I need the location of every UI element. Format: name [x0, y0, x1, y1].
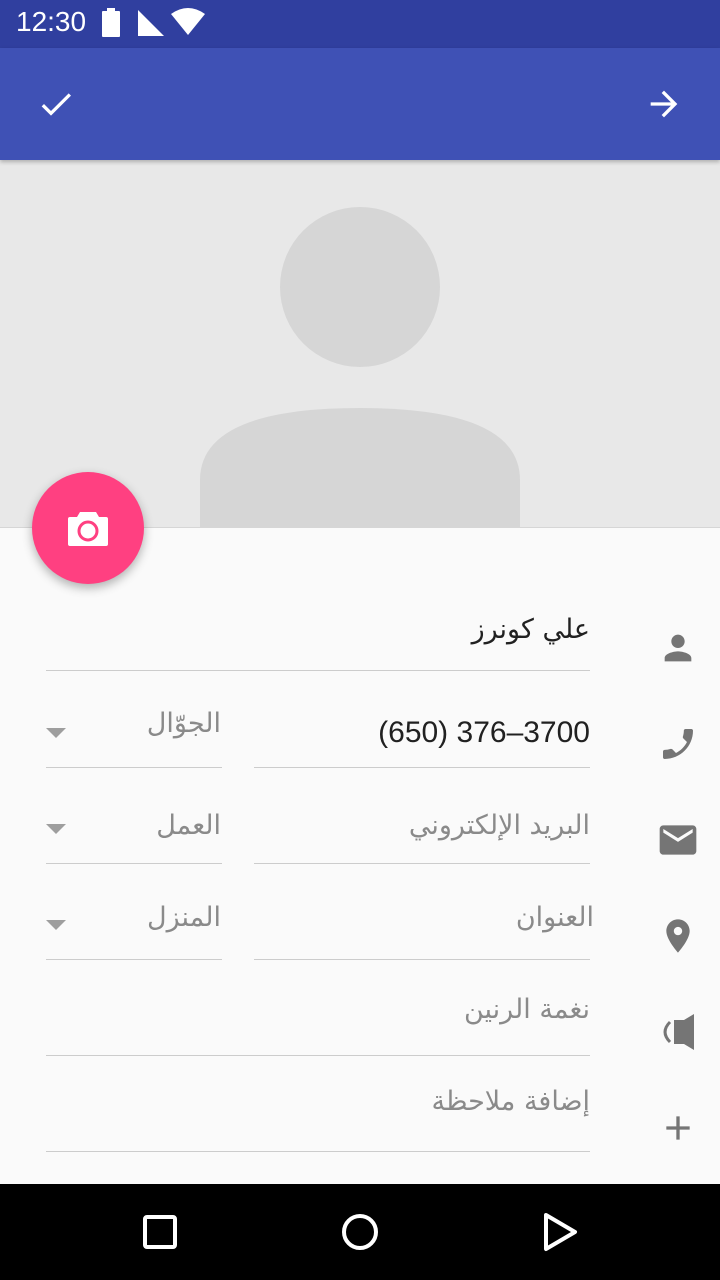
ringtone-row-icon: [654, 1008, 702, 1056]
address-underline: [254, 959, 590, 960]
email-type-dropdown-icon[interactable]: [46, 824, 66, 834]
check-icon: [41, 93, 71, 116]
name-row-icon: [654, 624, 702, 672]
phone-underline: [254, 767, 590, 768]
location-icon: [666, 919, 690, 953]
person-icon: [664, 634, 692, 662]
contact-form: علي كونرز (650) 376–3700 الجوّال البريد …: [0, 528, 720, 1184]
address-type-underline: [46, 959, 222, 960]
recents-button[interactable]: [132, 1204, 188, 1260]
person-silhouette-icon: [200, 207, 520, 527]
email-icon: [659, 825, 697, 855]
status-time: 12:30: [16, 6, 87, 37]
back-icon: [544, 1213, 577, 1251]
note-underline: [46, 1151, 590, 1152]
ringtone-icon: [663, 1014, 694, 1050]
email-row-icon: [654, 816, 702, 864]
add-icon: [666, 1116, 690, 1140]
email-field[interactable]: البريد الإلكتروني: [409, 810, 590, 841]
phone-type-label[interactable]: الجوّال: [147, 708, 221, 739]
phone-row-icon: [654, 720, 702, 768]
phone-field[interactable]: (650) 376–3700: [378, 716, 590, 750]
contact-photo[interactable]: [0, 160, 720, 528]
phone-icon: [663, 729, 693, 759]
phone-type-dropdown-icon[interactable]: [46, 728, 66, 738]
camera-icon: [68, 512, 108, 546]
next-button[interactable]: [636, 76, 692, 132]
save-button[interactable]: [28, 76, 84, 132]
signal-icon: [138, 10, 164, 36]
back-button[interactable]: [532, 1204, 588, 1260]
email-type-underline: [46, 863, 222, 864]
note-row-icon: [654, 1104, 702, 1152]
ringtone-underline: [46, 1055, 590, 1056]
email-type-label[interactable]: العمل: [156, 810, 221, 841]
email-underline: [254, 863, 590, 864]
home-icon: [342, 1214, 378, 1250]
app-bar: [0, 48, 720, 160]
wifi-icon: [171, 8, 205, 35]
address-row-icon: [654, 912, 702, 960]
home-button[interactable]: [332, 1204, 388, 1260]
change-photo-button[interactable]: [32, 472, 144, 584]
address-type-dropdown-icon[interactable]: [46, 920, 66, 930]
name-field[interactable]: علي كونرز: [472, 614, 590, 645]
name-underline: [46, 670, 590, 671]
address-field[interactable]: العنوان: [516, 902, 594, 933]
address-type-label[interactable]: المنزل: [147, 902, 221, 933]
recents-icon: [143, 1215, 177, 1249]
arrow-forward-icon: [650, 90, 678, 118]
status-bar: 12:30: [0, 0, 720, 48]
navigation-bar: [0, 1184, 720, 1280]
note-field[interactable]: إضافة ملاحظة: [431, 1086, 590, 1117]
battery-icon: [102, 8, 120, 37]
ringtone-field[interactable]: نغمة الرنين: [464, 994, 590, 1025]
phone-type-underline: [46, 767, 222, 768]
